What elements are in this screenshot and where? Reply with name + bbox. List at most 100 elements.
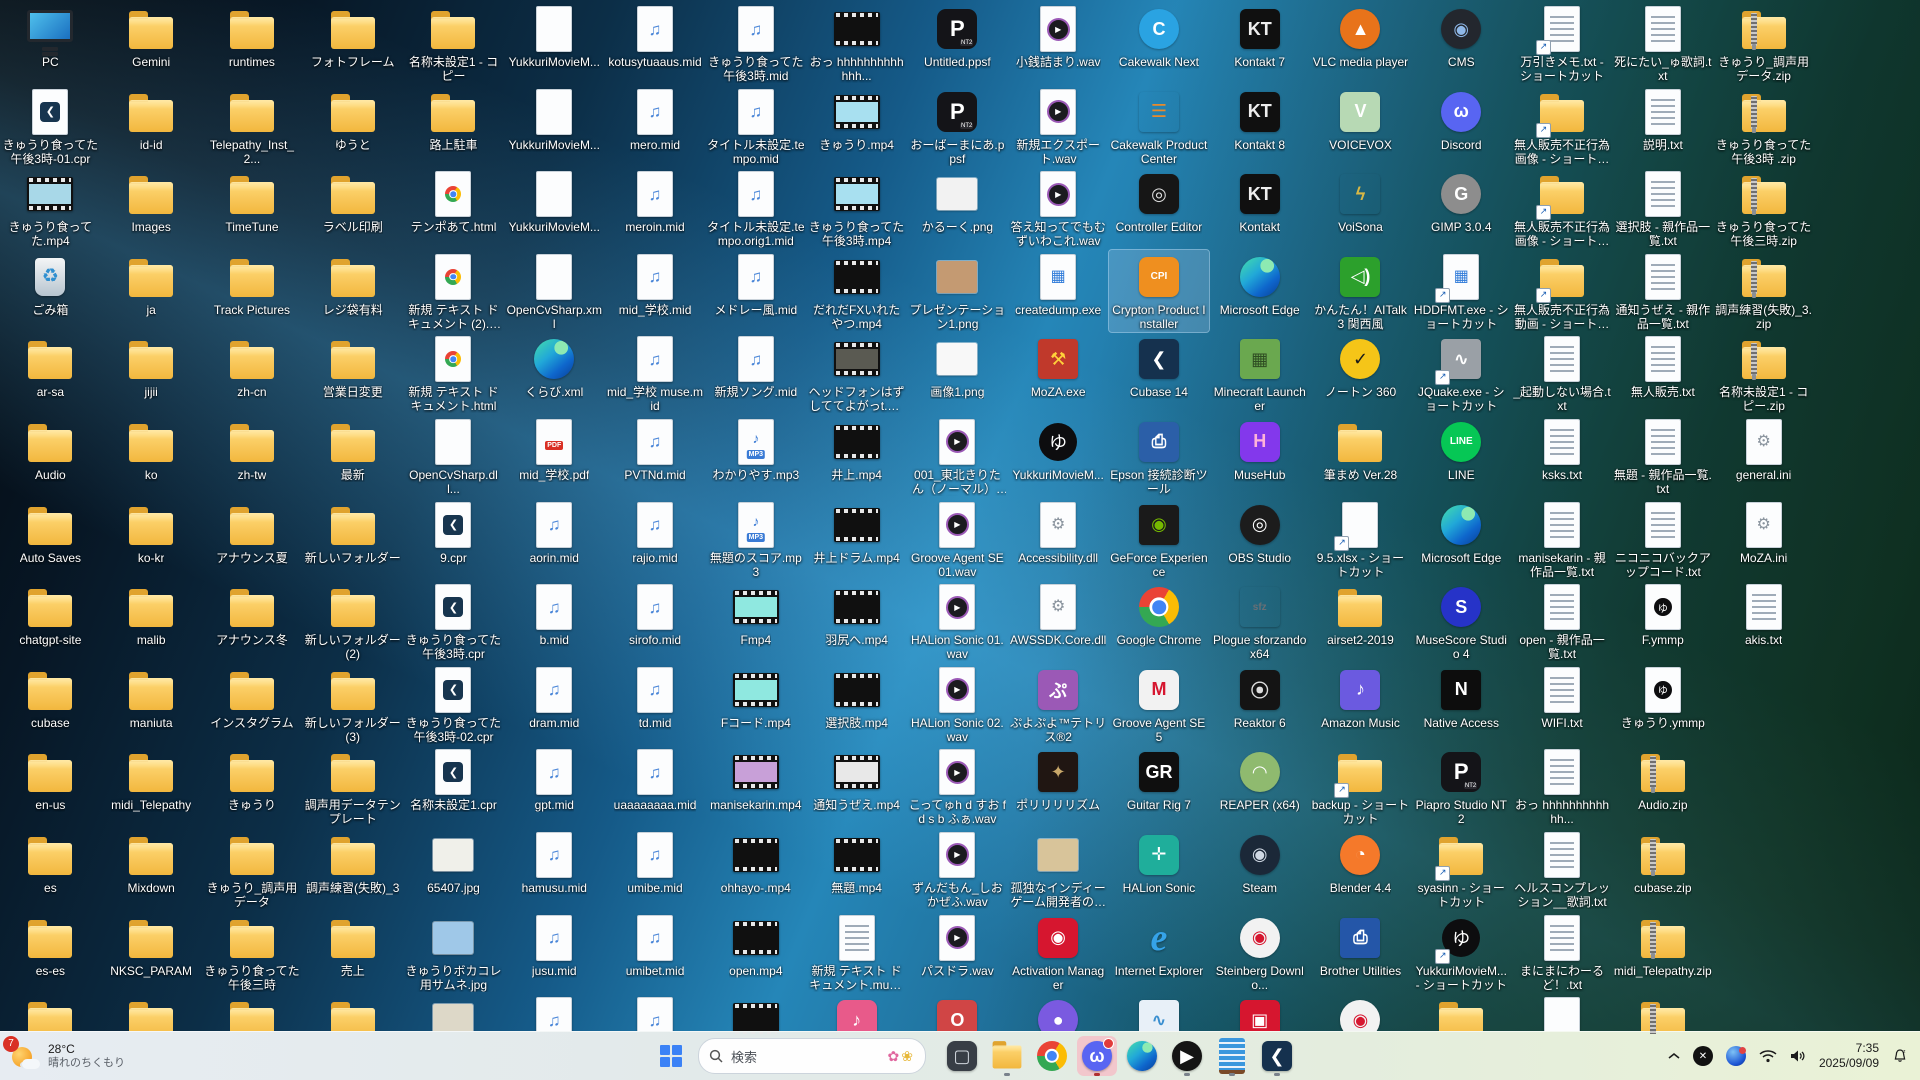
desktop-icon[interactable]: くらび.xml xyxy=(504,332,605,415)
desktop-icon[interactable]: PC xyxy=(0,2,101,85)
weather-widget[interactable]: 7 28°C 晴れのちくもり xyxy=(3,1036,125,1071)
desktop-icon[interactable]: 路上駐車 xyxy=(403,85,504,168)
desktop-icon[interactable]: open - 親作品一覧.txt xyxy=(1512,580,1613,663)
desktop-icon[interactable]: zh-tw xyxy=(202,415,303,498)
desktop-icon[interactable]: ♫ gpt.mid xyxy=(504,745,605,828)
desktop-icon[interactable]: ⎙ Epson 接続診断ツール xyxy=(1109,415,1210,498)
desktop-icon[interactable]: ゆ F.ymmp xyxy=(1612,580,1713,663)
desktop-icon[interactable]: ♫ sirofo.mid xyxy=(605,580,706,663)
desktop-icon[interactable]: e Internet Explorer xyxy=(1109,911,1210,994)
desktop-icon[interactable]: en-us xyxy=(0,745,101,828)
desktop-icon[interactable]: ⚙ MoZA.ini xyxy=(1713,498,1814,581)
desktop-icon[interactable]: 通知うぜえ.mp4 xyxy=(806,745,907,828)
desktop-icon[interactable]: Microsoft Edge xyxy=(1209,250,1310,333)
desktop-icon[interactable]: 新規 テキスト ドキュメント (2).html xyxy=(403,250,504,333)
desktop-icon[interactable]: ↗ 9.5.xlsx - ショートカット xyxy=(1310,498,1411,581)
desktop-icon[interactable]: ◉ CMS xyxy=(1411,2,1512,85)
desktop-icon[interactable]: ▶ HALion Sonic 01.wav xyxy=(907,580,1008,663)
desktop-icon[interactable]: ▶ 小銭詰まり.wav xyxy=(1008,2,1109,85)
desktop-icon[interactable]: WIFI.txt xyxy=(1512,663,1613,746)
desktop-icon[interactable]: ▲ VLC media player xyxy=(1310,2,1411,85)
desktop-icon[interactable]: Mixdown xyxy=(101,828,202,911)
desktop-icon[interactable]: Fmp4 xyxy=(705,580,806,663)
desktop-icon[interactable]: ♪ Amazon Music xyxy=(1310,663,1411,746)
desktop-icon[interactable]: 死にたい_ゅ歌詞.txt xyxy=(1612,2,1713,85)
desktop-icon[interactable]: 選択肢.mp4 xyxy=(806,663,907,746)
desktop-icon[interactable]: ▶ 答え知ってでもむずいわこれ.wav xyxy=(1008,167,1109,250)
desktop-icon[interactable]: ぷぷよぷよ™テトリス®2 xyxy=(1008,663,1109,746)
desktop-icon[interactable]: ● xyxy=(1008,993,1109,1034)
search-box[interactable]: 検索 ✿❀ xyxy=(698,1038,926,1074)
desktop-icon[interactable]: runtimes xyxy=(202,2,303,85)
desktop-icon[interactable]: きゅうり食ってた午後三時 xyxy=(202,911,303,994)
desktop-icon[interactable]: 新しいフォルダー (2) xyxy=(302,580,403,663)
desktop-icon[interactable]: 画像1.png xyxy=(907,332,1008,415)
tray-browser-orb-icon[interactable] xyxy=(1725,1046,1746,1066)
desktop-icon[interactable]: midi_Telepathy.zip xyxy=(1612,911,1713,994)
desktop-icon[interactable]: ◔ Blender 4.4 xyxy=(1310,828,1411,911)
desktop-icon[interactable]: ♫ kotusytuaaus.mid xyxy=(605,2,706,85)
desktop-icon[interactable]: ✓ ノートン 360 xyxy=(1310,332,1411,415)
desktop-icon[interactable]: 新規 テキスト ドキュメント.musicxml xyxy=(806,911,907,994)
desktop-icon[interactable]: Auto Saves xyxy=(0,498,101,581)
desktop-icon[interactable]: ↗ backup - ショートカット xyxy=(1310,745,1411,828)
desktop-icon[interactable]: ⦿ Reaktor 6 xyxy=(1209,663,1310,746)
desktop-icon[interactable]: ar-sa xyxy=(0,332,101,415)
desktop-icon[interactable]: 名称未設定1 - コピー xyxy=(403,2,504,85)
desktop-icon[interactable]: Google Chrome xyxy=(1109,580,1210,663)
desktop-icon[interactable]: ↗ syasinn - ショートカット xyxy=(1411,828,1512,911)
desktop-icon[interactable] xyxy=(1612,993,1713,1034)
desktop-icon[interactable]: id-id xyxy=(101,85,202,168)
desktop-icon[interactable]: ♪ MP3 無題のスコア.mp3 xyxy=(705,498,806,581)
desktop-icon[interactable]: _起動しない場合.txt xyxy=(1512,332,1613,415)
desktop-icon[interactable]: おっ hhhhhhhhhhhhh... xyxy=(806,2,907,85)
desktop-icon[interactable]: ♫ 新規ソング.mid xyxy=(705,332,806,415)
desktop-icon[interactable]: ♫ タイトル未設定.tempo.mid xyxy=(705,85,806,168)
desktop-icon[interactable]: きゅうり.mp4 xyxy=(806,85,907,168)
desktop-icon[interactable]: ♫ b.mid xyxy=(504,580,605,663)
desktop-icon[interactable]: Telepathy_Inst_2... xyxy=(202,85,303,168)
desktop-icon[interactable]: Microsoft Edge xyxy=(1411,498,1512,581)
desktop-icon[interactable]: ⎙ Brother Utilities xyxy=(1310,911,1411,994)
desktop-icon[interactable]: O xyxy=(907,993,1008,1034)
desktop-icon[interactable]: ⚒ MoZA.exe xyxy=(1008,332,1109,415)
taskbar-app-file-explorer[interactable] xyxy=(987,1036,1027,1076)
desktop-icon[interactable]: sfz Plogue sforzando x64 xyxy=(1209,580,1310,663)
desktop-icon[interactable]: maniuta xyxy=(101,663,202,746)
desktop-icon[interactable]: ja xyxy=(101,250,202,333)
desktop-icon[interactable]: レジ袋有料 xyxy=(302,250,403,333)
desktop-icon[interactable]: Gemini xyxy=(101,2,202,85)
desktop-icon[interactable]: zh-cn xyxy=(202,332,303,415)
desktop-icon[interactable]: フォトフレーム xyxy=(302,2,403,85)
desktop-icon[interactable]: ↗無人販売不正行為動画 - ショートカット xyxy=(1512,250,1613,333)
desktop-icon[interactable]: ♻ ごみ箱 xyxy=(0,250,101,333)
desktop-icon[interactable]: ⚙ general.ini xyxy=(1713,415,1814,498)
desktop-icon[interactable]: LINE LINE xyxy=(1411,415,1512,498)
desktop-icon[interactable]: G GIMP 3.0.4 xyxy=(1411,167,1512,250)
desktop-icon[interactable]: アナウンス冬 xyxy=(202,580,303,663)
desktop-icon[interactable] xyxy=(705,993,806,1034)
desktop-icon[interactable]: ❮ 9.cpr xyxy=(403,498,504,581)
desktop-icon[interactable]: ϟ VoiSona xyxy=(1310,167,1411,250)
taskbar-app-microsoft-edge[interactable] xyxy=(1122,1036,1162,1076)
desktop-icon[interactable]: きゅうり xyxy=(202,745,303,828)
desktop-icon[interactable] xyxy=(202,993,303,1034)
desktop-icon[interactable]: airset2-2019 xyxy=(1310,580,1411,663)
desktop-icon[interactable]: N Native Access xyxy=(1411,663,1512,746)
desktop-icon[interactable]: P NT2 Untitled.ppsf xyxy=(907,2,1008,85)
desktop-icon[interactable]: 羽尻へ.mp4 xyxy=(806,580,907,663)
desktop-icon[interactable]: ◉ GeForce Experience xyxy=(1109,498,1210,581)
desktop-icon[interactable]: 調声用データテンプレート xyxy=(302,745,403,828)
desktop-icon[interactable]: ∿ ↗ JQuake.exe - ショートカット xyxy=(1411,332,1512,415)
desktop-icon[interactable]: ラベル印刷 xyxy=(302,167,403,250)
desktop-icon[interactable]: まにまにわーるど！.txt xyxy=(1512,911,1613,994)
desktop-icon[interactable]: ◉ Steam xyxy=(1209,828,1310,911)
desktop-icon[interactable]: ♪ xyxy=(806,993,907,1034)
desktop-icon[interactable]: ♫ xyxy=(605,993,706,1034)
desktop-icon[interactable]: 調声練習(失敗)_3 xyxy=(302,828,403,911)
desktop-icon[interactable]: ♫ uaaaaaaaa.mid xyxy=(605,745,706,828)
desktop-icon[interactable]: ω Discord xyxy=(1411,85,1512,168)
desktop-icon[interactable]: akis.txt xyxy=(1713,580,1814,663)
desktop-icon[interactable]: 筆まめ Ver.28 xyxy=(1310,415,1411,498)
desktop-icon[interactable]: ニコニコバックアップコード.txt xyxy=(1612,498,1713,581)
